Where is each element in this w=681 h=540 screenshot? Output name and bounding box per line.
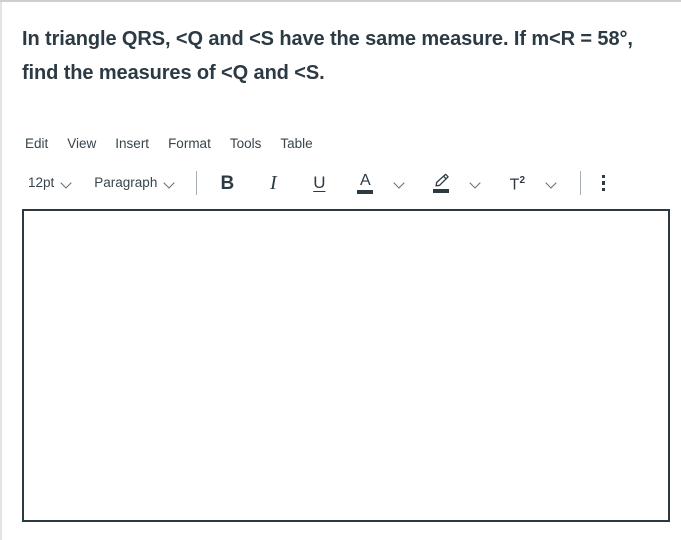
page-root: In triangle QRS, <Q and <S have the same… [0,0,681,540]
rich-content-editor: Edit View Insert Format Tools Table 12pt… [22,131,672,522]
menu-item-insert[interactable]: Insert [106,132,158,156]
block-format-value: Paragraph [94,175,158,190]
menu-item-view[interactable]: View [58,132,105,156]
italic-button[interactable]: I [256,169,290,197]
menu-item-table[interactable]: Table [271,132,321,156]
text-color-swatch [357,189,374,194]
chevron-down-icon [61,178,72,189]
chevron-down-icon [470,178,481,189]
superscript-exponent: 2 [519,174,525,186]
underline-icon: U [313,173,326,192]
text-color-icon: A [357,169,374,197]
font-size-value: 12pt [28,175,55,190]
editor-toolbar: 12pt Paragraph B I U A T2 [22,164,672,202]
block-format-dropdown[interactable]: Paragraph [89,170,182,196]
question-prompt: In triangle QRS, <Q and <S have the same… [22,28,633,84]
text-color-button[interactable]: A [348,169,382,197]
editor-menubar: Edit View Insert Format Tools Table [22,131,672,157]
superscript-letter: T [509,176,520,194]
answer-textarea[interactable] [22,209,670,522]
menu-item-tools[interactable]: Tools [221,132,271,156]
highlight-color-dropdown-arrow[interactable] [458,169,492,197]
bold-button[interactable]: B [210,169,244,197]
toolbar-separator [580,171,582,195]
superscript-icon: T2 [510,172,525,194]
bold-icon: B [220,172,235,194]
chevron-down-icon [394,178,405,189]
text-color-dropdown-arrow[interactable] [382,169,416,197]
answer-textarea-content[interactable] [24,211,668,520]
menu-item-format[interactable]: Format [159,132,220,156]
menu-item-edit[interactable]: Edit [23,132,57,156]
page-left-edge [0,2,2,540]
chevron-down-icon [546,178,557,189]
marker-pen-icon [433,169,450,197]
chevron-down-icon [164,178,175,189]
superscript-subscript-button[interactable]: T2 [500,169,534,197]
page-top-edge [0,0,681,2]
underline-button[interactable]: U [302,169,336,197]
more-options-icon[interactable] [592,169,614,197]
toolbar-separator [196,171,198,195]
font-size-dropdown[interactable]: 12pt [23,170,79,196]
text-color-letter: A [359,171,371,189]
superscript-dropdown-arrow[interactable] [534,169,568,197]
highlight-color-swatch [433,189,450,193]
highlight-color-button[interactable] [424,169,458,197]
italic-icon: I [269,172,277,194]
